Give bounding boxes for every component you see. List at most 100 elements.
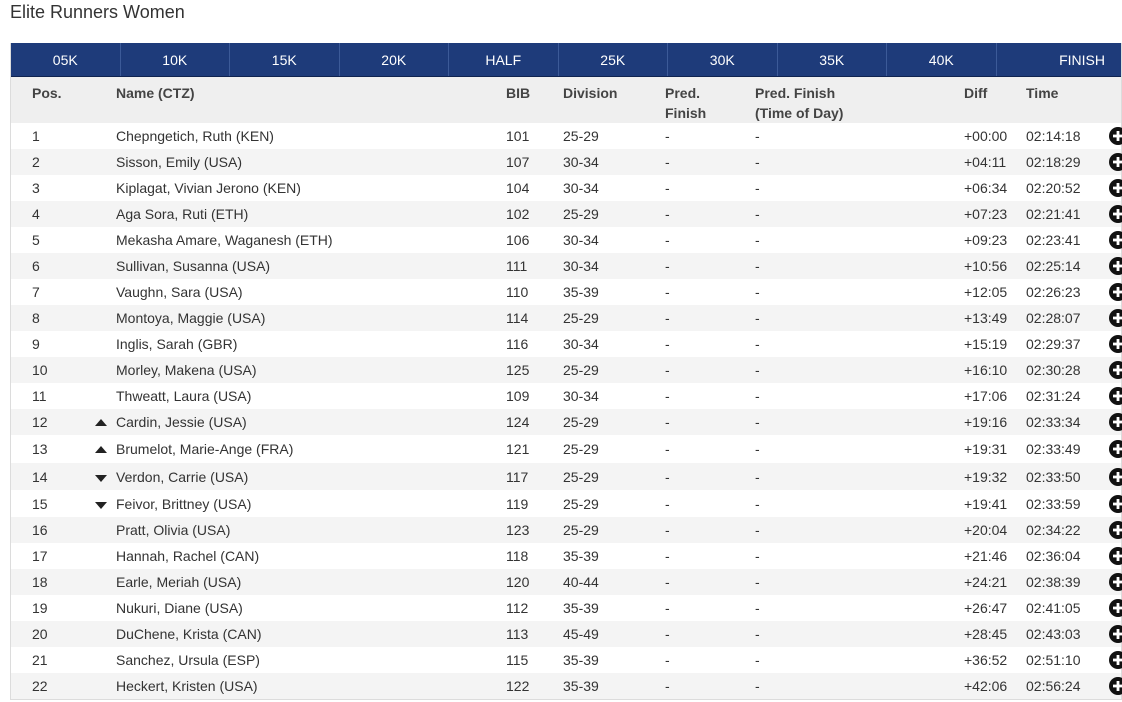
plus-circle-icon [1109,413,1122,431]
split-tab-20k[interactable]: 20K [340,43,449,76]
expand-row-button[interactable] [1109,413,1122,431]
col-header-diff[interactable]: Diff [964,77,1026,103]
row-diff: +36:52 [964,652,1008,668]
table-row[interactable]: 22 Heckert, Kristen (USA) 122 35-39 - - … [11,673,1122,699]
table-row[interactable]: 5 Mekasha Amare, Waganesh (ETH) 106 30-3… [11,227,1122,253]
row-pos: 7 [32,284,40,300]
col-header-pred-finish[interactable]: Pred. Finish [665,77,755,123]
row-pos: 19 [32,600,48,616]
row-pos: 5 [32,232,40,248]
expand-row-button[interactable] [1109,283,1122,301]
table-row[interactable]: 12 Cardin, Jessie (USA) 124 25-29 - - +1… [11,409,1122,435]
expand-row-button[interactable] [1109,387,1122,405]
row-pred-finish: - [665,468,670,485]
row-time: 02:23:41 [1026,232,1081,248]
expand-row-button[interactable] [1109,625,1122,643]
table-row[interactable]: 8 Montoya, Maggie (USA) 114 25-29 - - +1… [11,305,1122,331]
split-tab-half[interactable]: HALF [449,43,559,76]
split-tab-finish[interactable]: FINISH [997,43,1122,76]
split-tab-15k[interactable]: 15K [230,43,340,76]
row-division: 30-34 [563,232,599,248]
expand-row-button[interactable] [1109,599,1122,617]
row-division: 35-39 [563,600,599,616]
table-row[interactable]: 2 Sisson, Emily (USA) 107 30-34 - - +04:… [11,149,1122,175]
split-tab-30k[interactable]: 30K [668,43,778,76]
row-pred-tod: - [755,600,760,616]
row-time: 02:33:34 [1026,414,1081,430]
expand-row-button[interactable] [1109,361,1122,379]
table-row[interactable]: 3 Kiplagat, Vivian Jerono (KEN) 104 30-3… [11,175,1122,201]
expand-row-button[interactable] [1109,440,1122,458]
split-tab-35k[interactable]: 35K [778,43,887,76]
table-row[interactable]: 15 Feivor, Brittney (USA) 119 25-29 - - … [11,490,1122,517]
row-trend [77,418,116,426]
row-time: 02:51:10 [1026,652,1081,668]
table-row[interactable]: 11 Thweatt, Laura (USA) 109 30-34 - - +1… [11,383,1122,409]
table-row[interactable]: 16 Pratt, Olivia (USA) 123 25-29 - - +20… [11,517,1122,543]
col-header-bib[interactable]: BIB [506,77,563,103]
expand-row-button[interactable] [1109,573,1122,591]
row-division: 35-39 [563,548,599,564]
table-row[interactable]: 4 Aga Sora, Ruti (ETH) 102 25-29 - - +07… [11,201,1122,227]
row-division: 25-29 [563,522,599,538]
expand-row-button[interactable] [1109,651,1122,669]
expand-row-button[interactable] [1109,547,1122,565]
col-header-pos[interactable]: Pos. [11,77,77,103]
row-name: Nukuri, Diane (USA) [116,600,243,616]
rank-up-icon [94,445,107,453]
row-pred-finish: - [665,652,670,668]
col-header-time[interactable]: Time [1026,77,1106,103]
expand-row-button[interactable] [1109,494,1122,513]
expand-row-button[interactable] [1109,309,1122,327]
split-tab-05k[interactable]: 05K [11,43,121,76]
expand-row-button[interactable] [1109,205,1122,223]
expand-row-button[interactable] [1109,467,1122,486]
table-row[interactable]: 13 Brumelot, Marie-Ange (FRA) 121 25-29 … [11,435,1122,463]
row-diff: +00:00 [964,128,1008,144]
row-pos: 2 [32,154,40,170]
row-time: 02:20:52 [1026,180,1081,196]
plus-circle-icon [1109,257,1122,275]
row-time: 02:18:29 [1026,154,1081,170]
table-row[interactable]: 9 Inglis, Sarah (GBR) 116 30-34 - - +15:… [11,331,1122,357]
row-time: 02:33:59 [1026,495,1081,512]
row-bib: 120 [506,574,530,590]
expand-row-button[interactable] [1109,179,1122,197]
expand-row-button[interactable] [1109,335,1122,353]
expand-row-button[interactable] [1109,153,1122,171]
expand-row-button[interactable] [1109,127,1122,145]
table-row[interactable]: 20 DuChene, Krista (CAN) 113 45-49 - - +… [11,621,1122,647]
split-tab-10k[interactable]: 10K [121,43,230,76]
expand-row-button[interactable] [1109,231,1122,249]
col-header-pred-tod[interactable]: Pred. Finish (Time of Day) [755,77,964,123]
row-pos: 6 [32,258,40,274]
table-row[interactable]: 1 Chepngetich, Ruth (KEN) 101 25-29 - - … [11,123,1122,149]
row-name: Pratt, Olivia (USA) [116,522,231,538]
table-row[interactable]: 6 Sullivan, Susanna (USA) 111 30-34 - - … [11,253,1122,279]
row-name: Sisson, Emily (USA) [116,154,243,170]
expand-row-button[interactable] [1109,257,1122,275]
table-row[interactable]: 17 Hannah, Rachel (CAN) 118 35-39 - - +2… [11,543,1122,569]
col-header-name[interactable]: Name (CTZ) [116,77,506,103]
row-name: Heckert, Kristen (USA) [116,678,258,694]
row-time: 02:25:14 [1026,258,1081,274]
plus-circle-icon [1109,153,1122,171]
table-row[interactable]: 18 Earle, Meriah (USA) 120 40-44 - - +24… [11,569,1122,595]
expand-row-button[interactable] [1109,677,1122,695]
table-row[interactable]: 21 Sanchez, Ursula (ESP) 115 35-39 - - +… [11,647,1122,673]
expand-row-button[interactable] [1109,521,1122,539]
table-row[interactable]: 14 Verdon, Carrie (USA) 117 25-29 - - +1… [11,463,1122,490]
row-time: 02:36:04 [1026,548,1081,564]
row-pos: 17 [32,548,48,564]
col-header-division[interactable]: Division [563,77,665,103]
row-pred-tod: - [755,414,760,430]
split-tab-40k[interactable]: 40K [887,43,997,76]
split-tab-25k[interactable]: 25K [559,43,668,76]
table-row[interactable]: 19 Nukuri, Diane (USA) 112 35-39 - - +26… [11,595,1122,621]
row-diff: +42:06 [964,678,1008,694]
row-name: Morley, Makena (USA) [116,362,257,378]
table-row[interactable]: 7 Vaughn, Sara (USA) 110 35-39 - - +12:0… [11,279,1122,305]
row-time: 02:38:39 [1026,574,1081,590]
table-row[interactable]: 10 Morley, Makena (USA) 125 25-29 - - +1… [11,357,1122,383]
row-pred-tod: - [755,258,760,274]
